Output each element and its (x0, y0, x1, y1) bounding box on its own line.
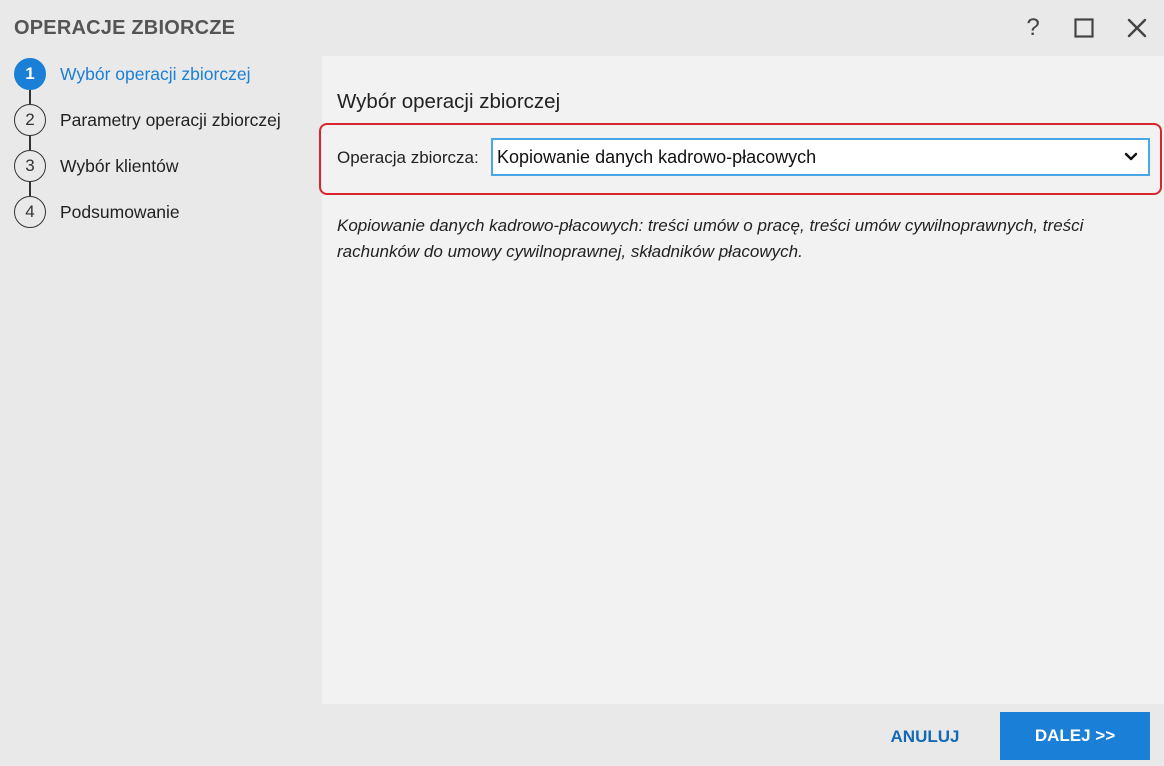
operation-select-value: Kopiowanie danych kadrowo-płacowych (497, 146, 817, 167)
step-number: 2 (14, 104, 46, 136)
operation-label: Operacja zbiorcza: (337, 148, 479, 167)
step-connector (29, 180, 31, 196)
content-panel: Wybór operacji zbiorczej Operacja zbiorc… (319, 56, 1164, 704)
wizard-steps: 1 Wybór operacji zbiorczej 2 Parametry o… (0, 56, 322, 704)
chevron-down-icon (1124, 152, 1138, 161)
footer-bar: ANULUJ DALEJ >> (0, 704, 1164, 766)
step-1[interactable]: 1 Wybór operacji zbiorczej (14, 58, 314, 90)
step-label: Wybór operacji zbiorczej (60, 63, 251, 84)
step-3[interactable]: 3 Wybór klientów (14, 150, 314, 182)
step-connector (29, 134, 31, 150)
step-number: 3 (14, 150, 46, 182)
operation-description: Kopiowanie danych kadrowo-płacowych: tre… (337, 216, 1084, 261)
step-number: 1 (14, 58, 46, 90)
operation-select[interactable]: Kopiowanie danych kadrowo-płacowych (491, 138, 1150, 176)
close-icon[interactable] (1121, 12, 1153, 44)
bulk-operations-dialog: OPERACJE ZBIORCZE ? 1 Wybór operacji zbi… (0, 0, 1164, 766)
step-2[interactable]: 2 Parametry operacji zbiorczej (14, 104, 314, 136)
cancel-button[interactable]: ANULUJ (868, 714, 982, 760)
step-label: Podsumowanie (60, 201, 180, 222)
title-bar: OPERACJE ZBIORCZE ? (0, 0, 1164, 56)
help-icon[interactable]: ? (1017, 12, 1049, 44)
step-4[interactable]: 4 Podsumowanie (14, 196, 314, 228)
dialog-title: OPERACJE ZBIORCZE (14, 17, 236, 39)
maximize-icon[interactable] (1068, 12, 1100, 44)
step-label: Wybór klientów (60, 155, 179, 176)
step-connector (29, 88, 31, 104)
next-button[interactable]: DALEJ >> (1000, 712, 1150, 760)
step-label: Parametry operacji zbiorczej (60, 109, 281, 130)
step-number: 4 (14, 196, 46, 228)
section-title: Wybór operacji zbiorczej (337, 90, 561, 113)
